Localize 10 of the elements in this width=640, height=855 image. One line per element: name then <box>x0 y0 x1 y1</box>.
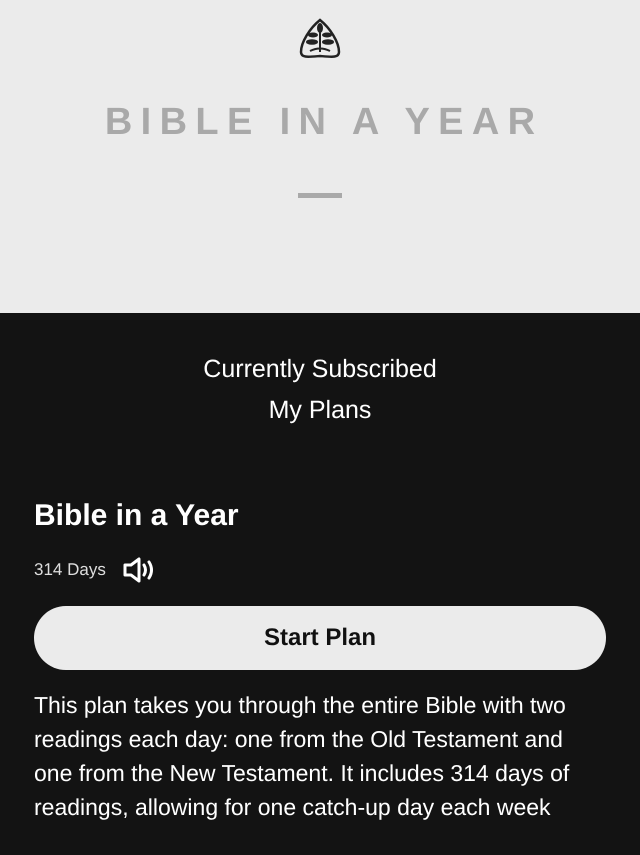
my-plans-link[interactable]: My Plans <box>268 390 372 432</box>
cover-title: BIBLE IN A YEAR <box>104 100 544 145</box>
plan-title: Bible in a Year <box>34 498 240 534</box>
plan-description: This plan takes you through the entire Bible with two readings each day: one from the Old Testament and one from the New Testament. It includes 314 days of readings, allowing for one catch-up day each week <box>34 690 570 822</box>
start-plan-button[interactable]: Start Plan <box>34 606 606 670</box>
plant-logo-icon <box>298 18 342 60</box>
title-dash <box>298 193 342 198</box>
subscription-status: Currently Subscribed <box>202 354 438 385</box>
speaker-icon[interactable] <box>122 556 156 584</box>
plan-duration: 314 Days <box>34 558 106 581</box>
